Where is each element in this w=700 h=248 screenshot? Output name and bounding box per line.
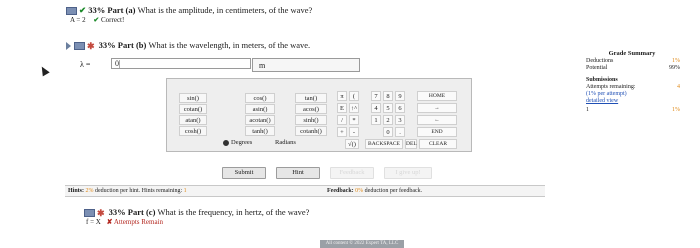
acos-key[interactable]: acos() (295, 104, 327, 114)
digit-7-key[interactable]: 7 (371, 91, 381, 101)
wrong-x-icon: ✘ (106, 218, 113, 226)
part-b-label: Part (b) (117, 40, 147, 50)
part-c-label: Part (c) (127, 207, 156, 217)
part-a-answer: A = 2 (70, 16, 86, 24)
plus-key[interactable]: + (337, 127, 347, 137)
copyright-footer: All content © 2022 Expert TA, LLC (320, 240, 404, 248)
cotanh-key[interactable]: cotanh() (295, 126, 327, 136)
atan-key[interactable]: atan() (179, 115, 207, 125)
digit-8-key[interactable]: 8 (383, 91, 393, 101)
grade-summary-panel: Grade Summary Deductions 1% Potential 99… (580, 50, 684, 114)
digit-2-key[interactable]: 2 (383, 115, 393, 125)
digit-3-key[interactable]: 3 (395, 115, 405, 125)
digit-9-key[interactable]: 9 (395, 91, 405, 101)
star-icon: ✱ (97, 207, 105, 218)
part-c-answer-row: f = X ✘ Attempts Remain (86, 218, 163, 226)
give-up-button[interactable]: I give up! (384, 167, 432, 179)
digit-0-key[interactable]: 0 (383, 127, 393, 137)
part-a-header: ✔ 33% Part (a) What is the amplitude, in… (66, 5, 312, 16)
hints-feedback-bar: Hints: 2% deduction per hint. Hints rema… (65, 185, 545, 197)
feedback-box-icon[interactable] (84, 209, 95, 218)
checkmark-icon: ✔ (79, 5, 87, 15)
divide-key[interactable]: / (337, 115, 347, 125)
exponent-e-key[interactable]: E (337, 103, 347, 113)
hint-button[interactable]: Hint (276, 167, 320, 179)
part-c-question: What is the frequency, in hertz, of the … (157, 207, 310, 217)
part-a-status: Correct! (101, 16, 125, 24)
minus-key[interactable]: - (349, 127, 359, 137)
part-a-label: Part (a) (107, 5, 136, 15)
deductions-row: Deductions 1% (586, 58, 680, 64)
digit-5-key[interactable]: 5 (383, 103, 393, 113)
submission-history-row: 1 1% (586, 107, 680, 113)
sin-key[interactable]: sin() (179, 93, 207, 103)
calculator-panel: sin() cotan() atan() cosh() cos() asin()… (166, 78, 472, 152)
feedback-box-icon[interactable] (66, 7, 77, 16)
cos-key[interactable]: cos() (245, 93, 275, 103)
arrow-left-key[interactable]: ← (417, 115, 457, 125)
pi-key[interactable]: π (337, 91, 347, 101)
grade-summary-title: Grade Summary (608, 50, 656, 57)
acotan-key[interactable]: acotan() (245, 115, 275, 125)
submit-button[interactable]: Submit (222, 167, 266, 179)
part-a-question: What is the amplitude, in centimeters, o… (137, 5, 313, 15)
delete-key[interactable]: DEL (405, 139, 417, 149)
part-b-percent: 33% (98, 40, 116, 50)
correct-check-icon: ✔ (93, 16, 100, 24)
sinh-key[interactable]: sinh() (295, 115, 327, 125)
tanh-key[interactable]: tanh() (245, 126, 275, 136)
part-c-answer: f = X (86, 218, 101, 226)
part-b-question: What is the wavelength, in meters, of th… (148, 40, 311, 50)
part-c-percent: 33% (108, 207, 126, 217)
cosh-key[interactable]: cosh() (179, 126, 207, 136)
cotan-key[interactable]: cotan() (179, 104, 207, 114)
per-attempt-row: (1% per attempt) (586, 91, 627, 97)
potential-row: Potential 99% (586, 65, 680, 71)
digit-4-key[interactable]: 4 (371, 103, 381, 113)
digit-6-key[interactable]: 6 (395, 103, 405, 113)
detailed-view-link[interactable]: detailed view (580, 98, 684, 105)
star-icon: ✱ (87, 40, 95, 51)
decimal-key[interactable]: . (395, 127, 405, 137)
mouse-cursor-icon (38, 64, 50, 77)
home-key[interactable]: HOME (417, 91, 457, 101)
feedback-button[interactable]: Feedback (330, 167, 374, 179)
arrow-right-key[interactable]: → (417, 103, 457, 113)
submissions-row: Submissions (586, 77, 618, 83)
part-b-variable: λ = (80, 60, 91, 69)
attempts-row: Attempts remaining: 4 (586, 84, 680, 90)
power-key[interactable]: ↑^ (349, 103, 359, 113)
answer-input[interactable] (111, 58, 251, 69)
sqrt-key[interactable]: √() (345, 139, 359, 149)
backspace-key[interactable]: BACKSPACE (365, 139, 403, 149)
part-c-status: Attempts Remain (113, 218, 164, 226)
degrees-radio[interactable]: Degrees (223, 139, 252, 146)
tan-key[interactable]: tan() (295, 93, 327, 103)
multiply-key[interactable]: * (349, 115, 359, 125)
feedback-info: Feedback: 0% deduction per feedback. (327, 188, 423, 194)
radians-radio[interactable]: Radians (275, 139, 296, 146)
asin-key[interactable]: asin() (245, 104, 275, 114)
part-a-percent: 33% (88, 5, 106, 15)
part-c-header: ✱ 33% Part (c) What is the frequency, in… (84, 207, 309, 219)
unit-label: m (252, 58, 360, 72)
part-a-answer-row: A = 2 ✔ Correct! (70, 16, 124, 24)
digit-1-key[interactable]: 1 (371, 115, 381, 125)
open-paren-key[interactable]: ( (349, 91, 359, 101)
hints-info: Hints: 2% deduction per hint. Hints rema… (68, 188, 187, 194)
arrow-right-icon (66, 42, 71, 51)
end-key[interactable]: END (417, 127, 457, 137)
clear-key[interactable]: CLEAR (419, 139, 457, 149)
radio-selected-icon (223, 139, 229, 146)
feedback-box-icon[interactable] (74, 42, 85, 51)
part-b-header: ✱ 33% Part (b) What is the wavelength, i… (66, 40, 310, 52)
